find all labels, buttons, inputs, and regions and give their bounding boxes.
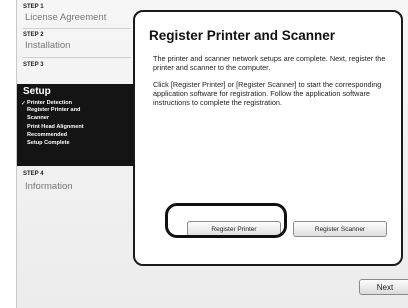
page-title: Register Printer and Scanner: [149, 28, 336, 43]
step3-title: Setup: [23, 86, 51, 97]
step4-title: Information: [25, 181, 73, 192]
substep-setup-complete: Setup Complete: [27, 140, 70, 146]
instruction-paragraph-2: Click [Register Printer] or [Register Sc…: [153, 80, 382, 107]
next-button[interactable]: Next: [359, 279, 408, 295]
substep-register-cont: Scanner: [27, 115, 50, 121]
active-step-setup: Setup ✓ Printer Detection Register Print…: [17, 84, 133, 166]
instruction-paragraph-1: The printer and scanner network setups a…: [153, 54, 386, 72]
check-icon: ✓: [21, 101, 27, 107]
divider: [23, 28, 131, 29]
divider: [23, 57, 131, 58]
installer-window: STEP 1 License Agreement STEP 2 Installa…: [16, 0, 408, 308]
step4-label: STEP 4: [23, 171, 44, 177]
substep-print-head-alignment: Print Head Alignment: [27, 124, 84, 130]
substep-printer-detection: Printer Detection: [27, 100, 73, 106]
step3-label: STEP 3: [23, 62, 44, 68]
highlight-circle: [165, 203, 287, 238]
substep-recommended: Recommended: [27, 132, 68, 138]
step-sidebar: STEP 1 License Agreement STEP 2 Installa…: [17, 0, 133, 308]
step1-label: STEP 1: [23, 4, 44, 10]
register-scanner-button[interactable]: Register Scanner: [293, 221, 387, 237]
step2-title: Installation: [25, 40, 71, 51]
step2-label: STEP 2: [23, 32, 44, 38]
step1-title: License Agreement: [25, 12, 107, 23]
substep-register: Register Printer and: [27, 107, 81, 113]
